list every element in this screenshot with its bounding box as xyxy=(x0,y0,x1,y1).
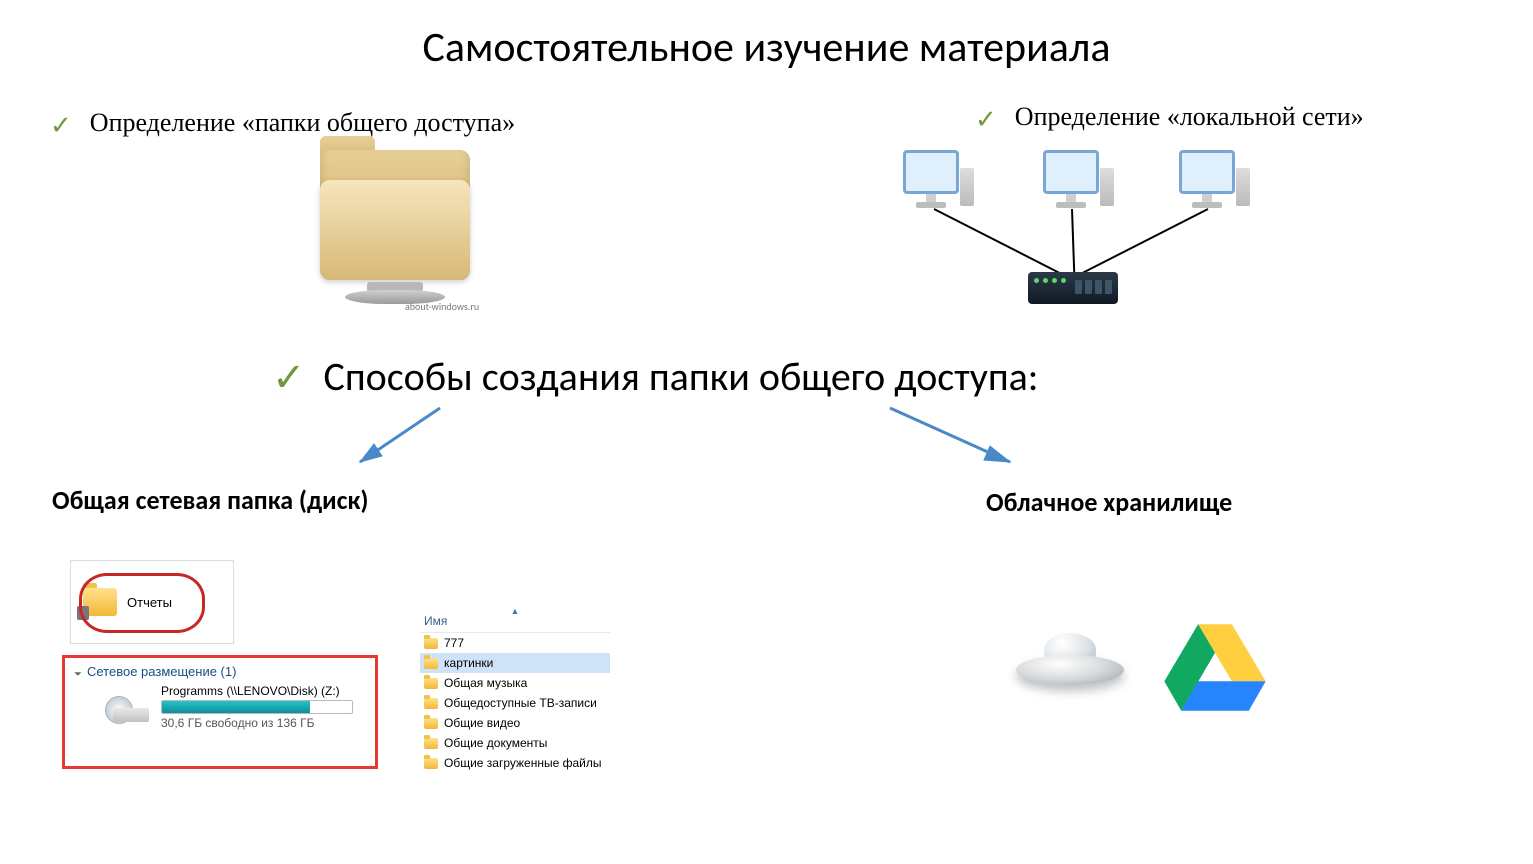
explorer-file-list: ▲Имя 777 картинки Общая музыка Общедоступны… xyxy=(420,612,610,773)
pc-icon xyxy=(900,150,962,210)
list-item: Общие видео xyxy=(420,713,610,733)
shared-folder-thumbnail: Отчеты xyxy=(70,560,234,644)
bullet-lan-def: ✓ Определение «локальной сети» xyxy=(975,102,1364,132)
arrow-left-icon xyxy=(340,400,460,480)
list-item: картинки xyxy=(420,653,610,673)
folder-icon xyxy=(424,738,438,749)
checkmark-icon: ✓ xyxy=(975,106,997,132)
list-item-label: Общая музыка xyxy=(444,676,527,690)
shared-folder-icon: about-windows.ru xyxy=(295,140,505,310)
folder-icon xyxy=(424,718,438,729)
list-item-label: Общедоступные ТВ-записи xyxy=(444,696,597,710)
image-credit: about-windows.ru xyxy=(405,300,479,313)
lan-topology-icon xyxy=(900,150,1240,320)
bullet-text: Способы создания папки общего доступа: xyxy=(324,352,1039,401)
list-item: 777 xyxy=(420,633,610,653)
google-drive-icon xyxy=(1160,620,1270,715)
bullet-ways: ✓ Способы создания папки общего доступа: xyxy=(272,352,1039,401)
bullet-shared-folder-def: ✓ Определение «папки общего доступа» xyxy=(50,108,515,138)
list-item-label: картинки xyxy=(444,656,493,670)
list-item-label: Общие видео xyxy=(444,716,520,730)
folder-icon xyxy=(424,758,438,769)
arrow-right-icon xyxy=(880,400,1040,480)
folder-icon xyxy=(424,698,438,709)
subhead-cloud: Облачное хранилище xyxy=(986,486,1232,518)
bullet-text: Определение «папки общего доступа» xyxy=(90,108,515,138)
folder-label: Отчеты xyxy=(127,595,172,610)
drive-free-text: 30,6 ГБ свободно из 136 ГБ xyxy=(161,716,353,730)
pc-icon xyxy=(1040,150,1102,210)
list-item-label: 777 xyxy=(444,636,464,650)
yandex-disk-ufo-icon xyxy=(1010,625,1130,705)
network-drive-icon xyxy=(105,692,149,722)
network-location-panel: Сетевое размещение (1) Programms (\\LENO… xyxy=(62,655,378,769)
folder-icon xyxy=(424,658,438,669)
router-icon xyxy=(1028,272,1118,304)
column-header-name: ▲Имя xyxy=(420,612,610,633)
network-location-header: Сетевое размещение (1) xyxy=(65,658,375,682)
list-item-label: Общие документы xyxy=(444,736,547,750)
network-drive-row: Programms (\\LENOVO\Disk) (Z:) 30,6 ГБ с… xyxy=(65,682,375,734)
folder-icon xyxy=(424,638,438,649)
capacity-bar xyxy=(161,700,353,714)
list-item: Общедоступные ТВ-записи xyxy=(420,693,610,713)
checkmark-icon: ✓ xyxy=(272,358,306,398)
drive-name: Programms (\\LENOVO\Disk) (Z:) xyxy=(161,684,353,698)
bullet-text: Определение «локальной сети» xyxy=(1015,102,1364,132)
list-item: Общая музыка xyxy=(420,673,610,693)
checkmark-icon: ✓ xyxy=(50,112,72,138)
list-item-label: Общие загруженные файлы xyxy=(444,756,601,770)
subhead-network-share: Общая сетевая папка (диск) xyxy=(52,484,368,516)
pc-icon xyxy=(1176,150,1238,210)
slide-title: Самостоятельное изучение материала xyxy=(0,22,1533,73)
folder-icon xyxy=(424,678,438,689)
list-item: Общие документы xyxy=(420,733,610,753)
folder-icon xyxy=(83,588,117,616)
list-item: Общие загруженные файлы xyxy=(420,753,610,773)
